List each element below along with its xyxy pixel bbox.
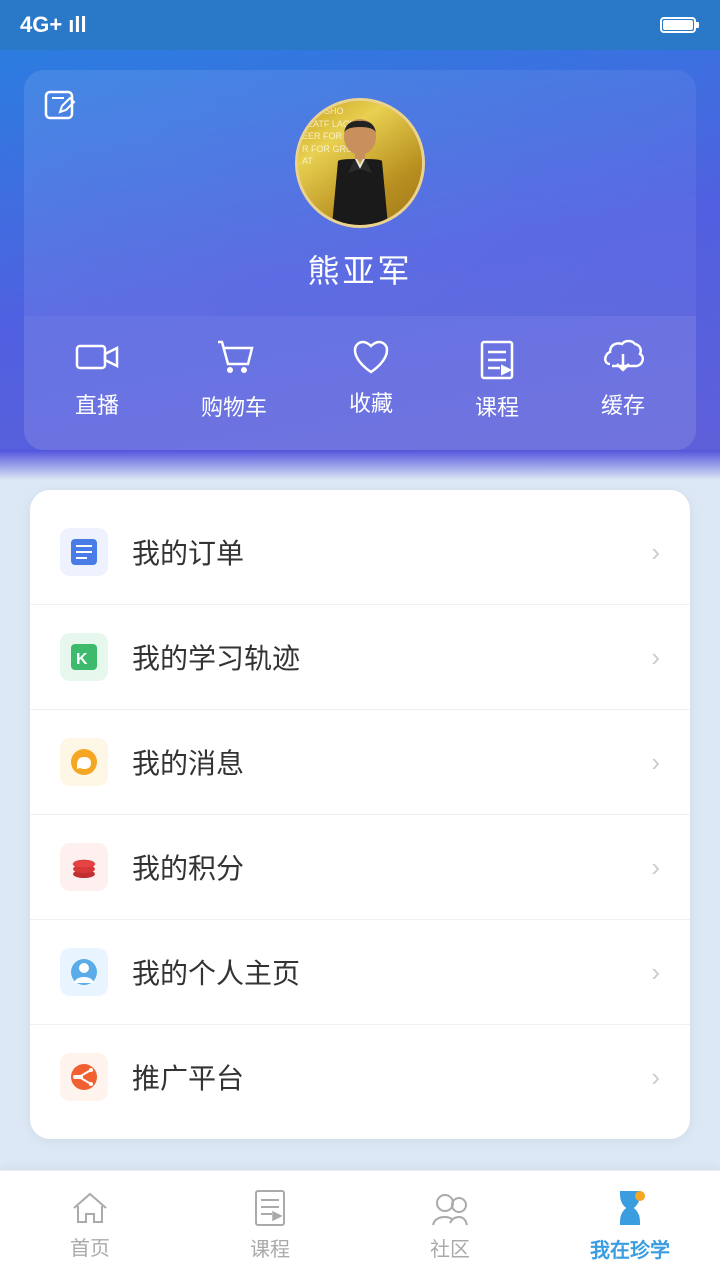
message-icon: [60, 738, 108, 786]
bottom-nav: 首页 课程 社区 我在珍学: [0, 1170, 720, 1280]
orders-icon: [60, 528, 108, 576]
action-course[interactable]: 课程: [475, 338, 519, 422]
action-live[interactable]: 直播: [75, 338, 119, 422]
nav-course[interactable]: 课程: [180, 1189, 360, 1262]
edit-button[interactable]: [44, 90, 78, 129]
points-icon: [60, 843, 108, 891]
action-cart[interactable]: 购物车: [201, 338, 267, 422]
action-cache[interactable]: 缓存: [601, 338, 645, 422]
chevron-right-icon: ›: [651, 957, 660, 988]
menu-item-track[interactable]: K 我的学习轨迹 ›: [30, 605, 690, 710]
chevron-right-icon: ›: [651, 852, 660, 883]
status-signal: 4G+ ıll: [20, 12, 87, 38]
main-content: 我的订单 › K 我的学习轨迹 › 我的消息 ›: [0, 480, 720, 1280]
chevron-right-icon: ›: [651, 747, 660, 778]
chevron-right-icon: ›: [651, 642, 660, 673]
promote-icon: [60, 1053, 108, 1101]
track-icon: K: [60, 633, 108, 681]
nav-community[interactable]: 社区: [360, 1189, 540, 1262]
chevron-right-icon: ›: [651, 537, 660, 568]
username: 熊亚军: [307, 246, 412, 292]
chevron-right-icon: ›: [651, 1062, 660, 1093]
menu-item-message[interactable]: 我的消息 ›: [30, 710, 690, 815]
action-collect[interactable]: 收藏: [349, 338, 393, 422]
svg-text:K: K: [76, 651, 88, 668]
menu-list: 我的订单 › K 我的学习轨迹 › 我的消息 ›: [30, 490, 690, 1139]
header-area: LIVE SHOPLATF LAOWEER FOR MBR FOR GROUPA…: [0, 50, 720, 480]
status-bar: 4G+ ıll: [0, 0, 720, 50]
avatar[interactable]: LIVE SHOPLATF LAOWEER FOR MBR FOR GROUPA…: [295, 98, 425, 228]
menu-item-profile-page[interactable]: 我的个人主页 ›: [30, 920, 690, 1025]
profile-page-icon: [60, 948, 108, 996]
menu-item-points[interactable]: 我的积分 ›: [30, 815, 690, 920]
status-battery: [660, 15, 700, 35]
nav-home[interactable]: 首页: [0, 1190, 180, 1261]
nav-mine[interactable]: 我在珍学: [540, 1188, 720, 1263]
menu-item-orders[interactable]: 我的订单 ›: [30, 500, 690, 605]
menu-item-promote[interactable]: 推广平台 ›: [30, 1025, 690, 1129]
